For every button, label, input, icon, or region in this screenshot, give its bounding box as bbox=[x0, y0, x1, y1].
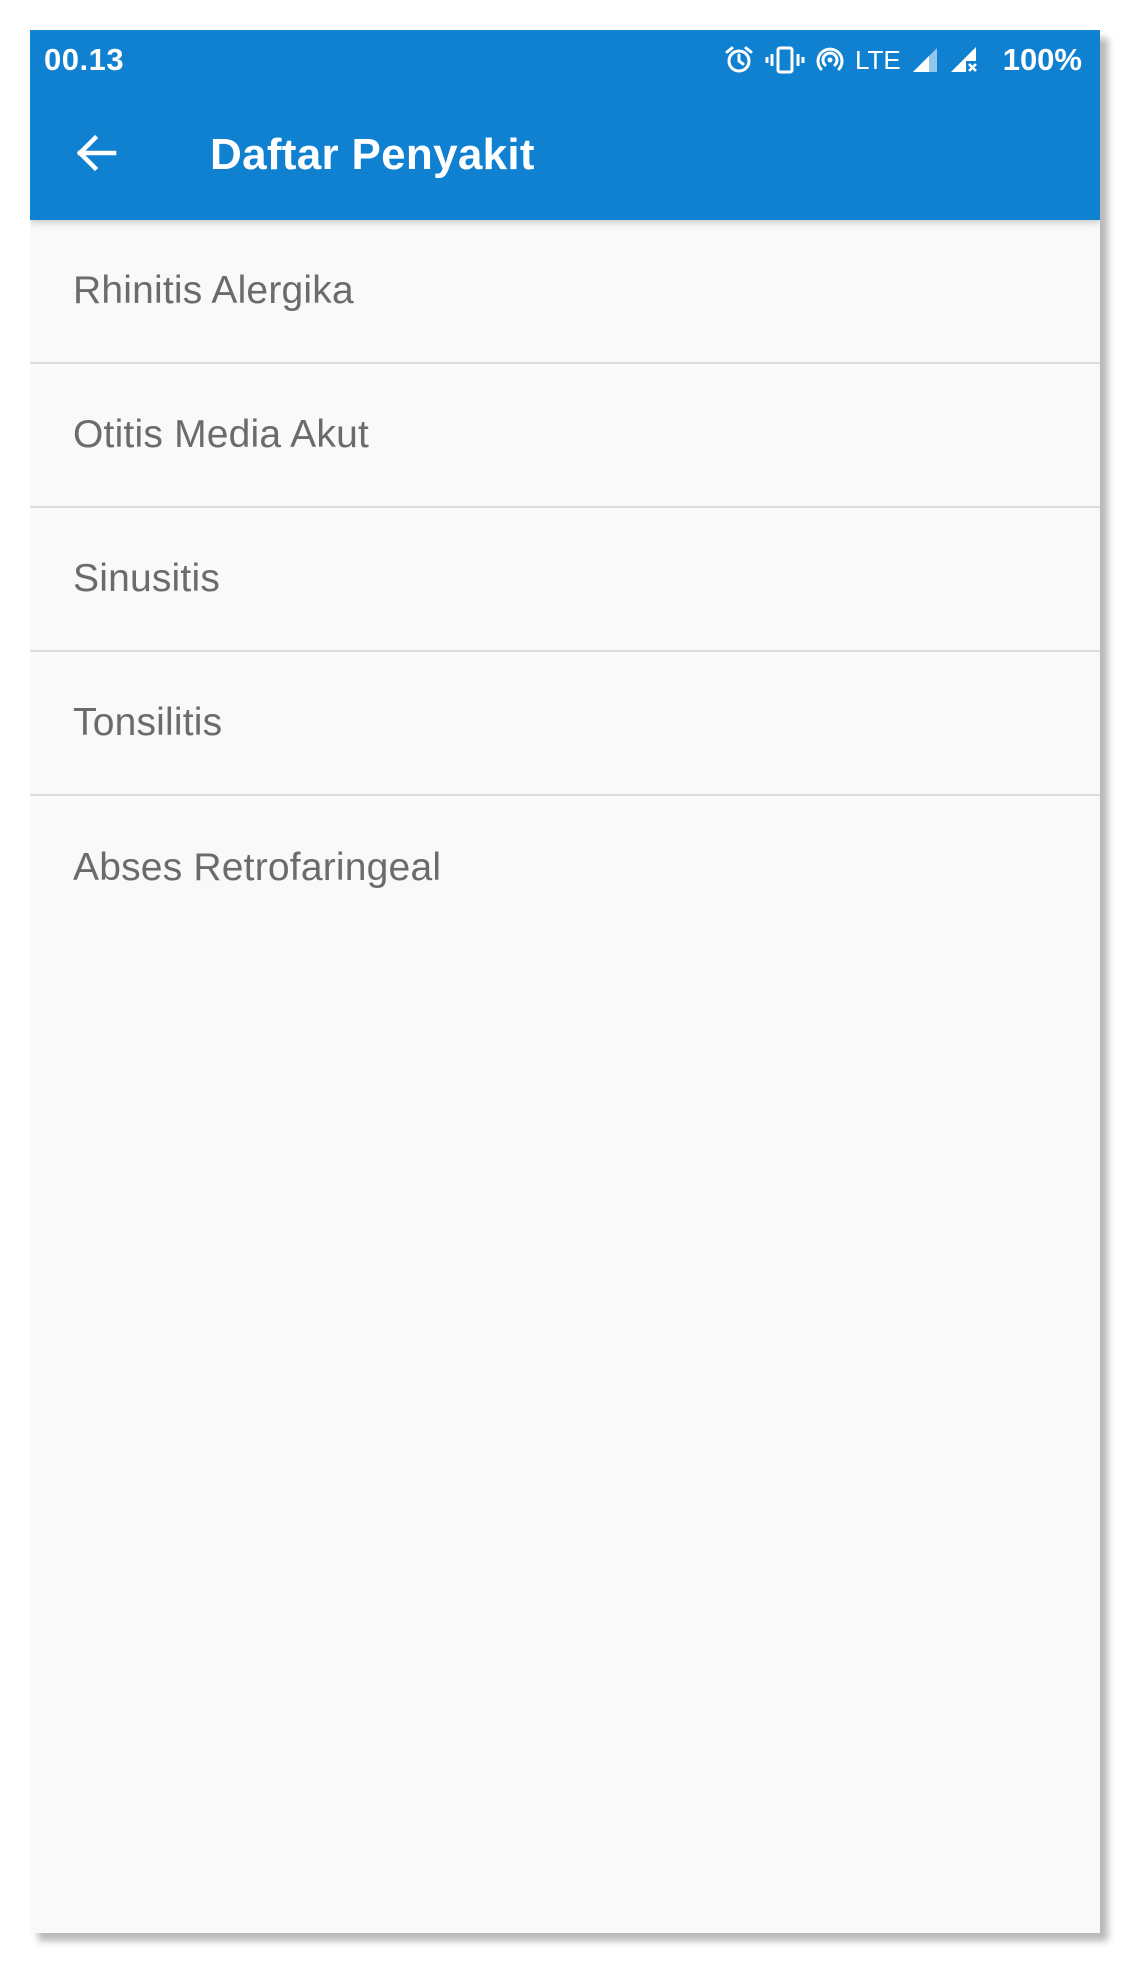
back-button[interactable] bbox=[68, 127, 124, 183]
phone-screen: 00.13 LTE 100% Daftar Penyakit Rhinitis … bbox=[30, 30, 1100, 1933]
alarm-icon bbox=[723, 44, 755, 76]
signal-icon bbox=[911, 46, 939, 74]
list-item-label: Sinusitis bbox=[73, 557, 221, 600]
status-bar: 00.13 LTE 100% bbox=[30, 30, 1100, 90]
list-item[interactable]: Tonsilitis bbox=[30, 652, 1100, 796]
list-item-label: Rhinitis Alergika bbox=[73, 269, 354, 312]
status-icons: LTE 100% bbox=[723, 42, 1082, 78]
vibrate-icon bbox=[765, 45, 805, 75]
list-item[interactable]: Sinusitis bbox=[30, 508, 1100, 652]
list-item[interactable]: Abses Retrofaringeal bbox=[30, 796, 1100, 940]
list-item[interactable]: Rhinitis Alergika bbox=[30, 220, 1100, 364]
list-item[interactable]: Otitis Media Akut bbox=[30, 364, 1100, 508]
disease-list: Rhinitis Alergika Otitis Media Akut Sinu… bbox=[30, 220, 1100, 940]
network-type: LTE bbox=[854, 44, 901, 75]
page-title: Daftar Penyakit bbox=[210, 130, 535, 179]
battery-level: 100% bbox=[1002, 42, 1082, 77]
signal-no-sim-icon bbox=[949, 45, 979, 75]
list-item-label: Tonsilitis bbox=[73, 701, 223, 744]
toolbar: Daftar Penyakit bbox=[30, 90, 1100, 220]
status-time: 00.13 bbox=[44, 42, 125, 77]
arrow-back-icon bbox=[74, 131, 118, 180]
hotspot-icon bbox=[815, 45, 845, 75]
list-item-label: Otitis Media Akut bbox=[73, 413, 370, 456]
app-bar: 00.13 LTE 100% Daftar Penyakit bbox=[30, 30, 1100, 220]
list-item-label: Abses Retrofaringeal bbox=[73, 846, 442, 889]
